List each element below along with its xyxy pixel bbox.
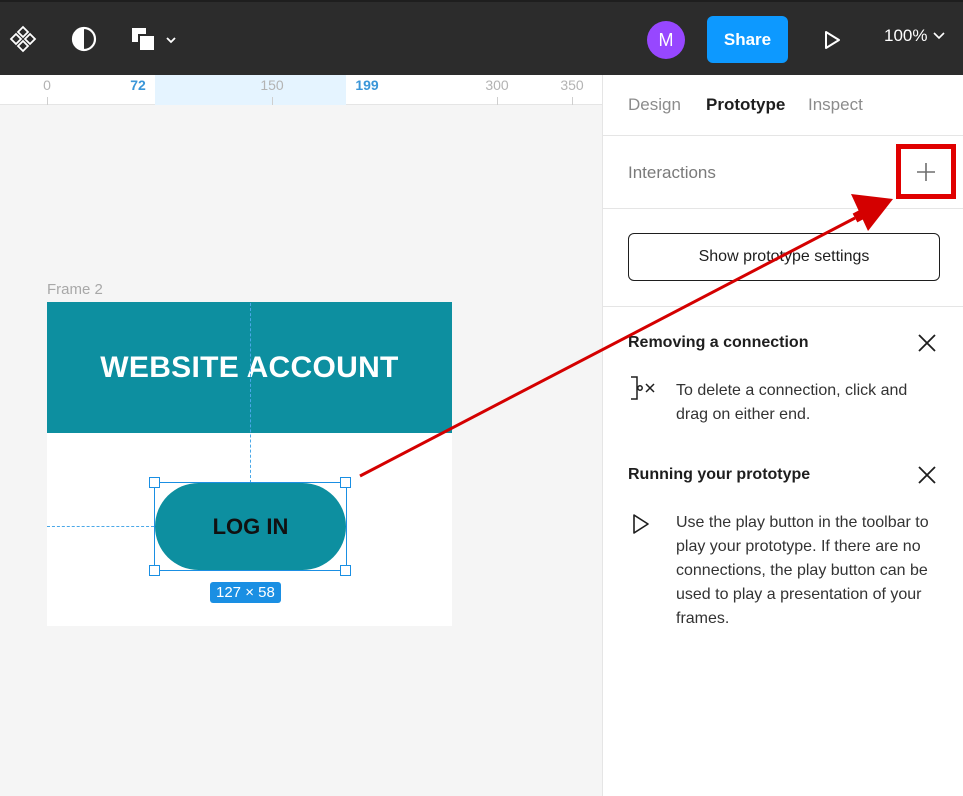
ruler-tick: 150: [260, 77, 284, 93]
ruler-tick: 350: [560, 77, 584, 93]
play-icon: [633, 514, 649, 534]
help-title: Running your prototype: [628, 466, 811, 483]
spacing-guide: [250, 303, 251, 483]
ruler-tick: 300: [485, 77, 509, 93]
resize-handle[interactable]: [340, 477, 351, 488]
zoom-menu[interactable]: 100%: [884, 26, 946, 46]
tab-prototype[interactable]: Prototype: [706, 95, 785, 115]
avatar[interactable]: M: [647, 21, 685, 59]
play-icon[interactable]: [819, 26, 845, 54]
help-title: Removing a connection: [628, 334, 809, 351]
toolbar: M Share 100%: [0, 0, 963, 75]
components-icon[interactable]: [8, 24, 38, 54]
resize-handle[interactable]: [149, 477, 160, 488]
add-interaction-button[interactable]: [896, 144, 956, 199]
frame-label[interactable]: Frame 2: [47, 281, 103, 298]
panel-tabs: Design Prototype Inspect: [603, 75, 963, 136]
dimensions-badge: 127 × 58: [210, 582, 281, 603]
close-icon[interactable]: [916, 332, 938, 354]
resize-handle[interactable]: [149, 565, 160, 576]
interactions-section: Interactions: [603, 136, 963, 209]
contrast-icon[interactable]: [69, 24, 99, 54]
chevron-down-icon: [933, 32, 946, 40]
ruler: 0 72 150 199 300 350: [0, 75, 602, 105]
share-button[interactable]: Share: [707, 16, 788, 63]
close-icon[interactable]: [916, 464, 938, 486]
connection-icon: [631, 376, 655, 400]
divider: [603, 306, 963, 307]
resize-handle[interactable]: [340, 565, 351, 576]
selection-box: [154, 482, 347, 571]
ruler-tick: 0: [43, 77, 51, 93]
ruler-selection: [155, 75, 346, 105]
ruler-tick: 199: [355, 77, 379, 93]
shapes-menu-icon[interactable]: [130, 26, 180, 54]
help-text: Use the play button in the toolbar to pl…: [676, 514, 929, 627]
zoom-label: 100%: [884, 26, 928, 45]
canvas[interactable]: 0 72 150 199 300 350 Frame 2 WEBSITE ACC…: [0, 75, 602, 796]
show-prototype-settings-button[interactable]: Show prototype settings: [628, 233, 940, 281]
properties-panel: Design Prototype Inspect Interactions Sh…: [602, 75, 963, 796]
spacing-guide: [47, 526, 154, 527]
ruler-tick: 72: [130, 77, 146, 93]
plus-icon: [917, 162, 935, 181]
tab-design[interactable]: Design: [628, 95, 681, 115]
tab-inspect[interactable]: Inspect: [808, 95, 863, 115]
help-text: To delete a connection, click and drag o…: [676, 382, 908, 423]
interactions-label: Interactions: [628, 163, 716, 182]
